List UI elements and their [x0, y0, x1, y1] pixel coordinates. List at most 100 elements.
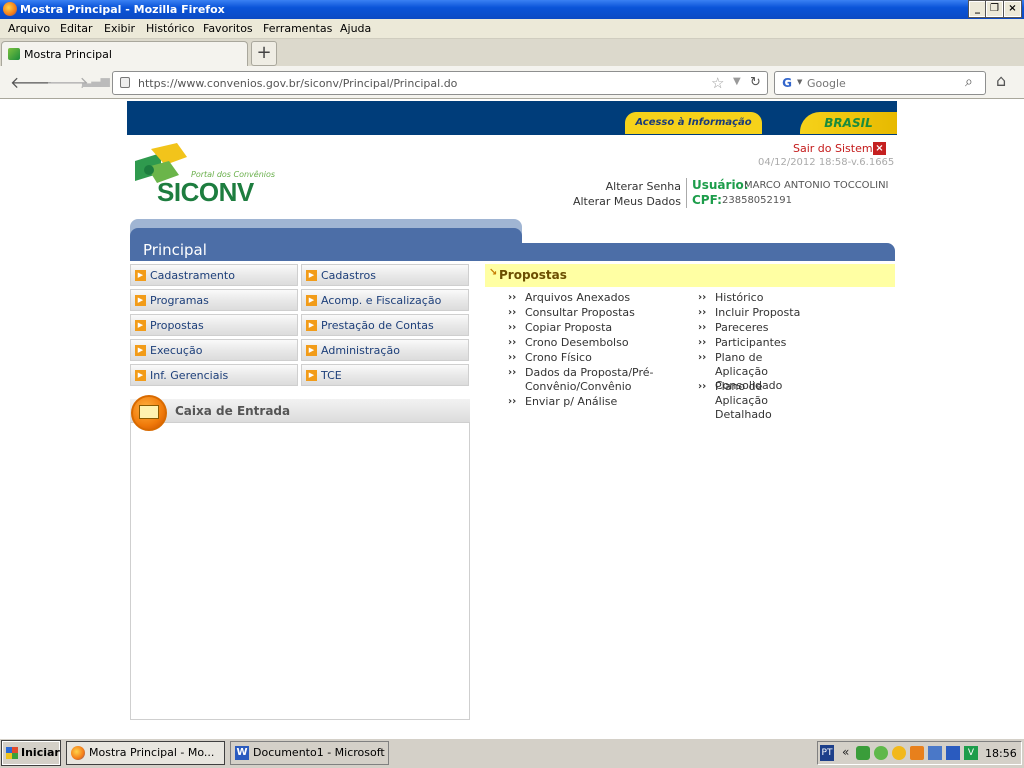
link-label: Histórico	[715, 291, 764, 304]
menu-cadastramento[interactable]: ▶ Cadastramento	[130, 264, 298, 286]
menu-favoritos[interactable]: Favoritos	[203, 22, 253, 35]
link-label: Copiar Proposta	[525, 321, 613, 334]
windows-logo-icon	[6, 747, 18, 759]
header-divider	[686, 178, 687, 208]
tray-user-icon[interactable]	[874, 746, 888, 760]
bookmark-star-icon[interactable]: ☆	[711, 74, 724, 92]
tray-app-icon[interactable]	[856, 746, 870, 760]
link-crono-desembolso[interactable]: ›› Crono Desembolso	[508, 336, 629, 350]
arrow-icon: ▶	[135, 345, 146, 356]
task-firefox[interactable]: Mostra Principal - Mo...	[66, 741, 225, 765]
cpf-label: CPF:	[692, 193, 722, 207]
tray-expand-icon[interactable]: «	[842, 745, 849, 759]
menu-acomp-fiscalizacao[interactable]: ▶ Acomp. e Fiscalização	[301, 289, 469, 311]
url-bar[interactable]: https://www.convenios.gov.br/siconv/Prin…	[112, 71, 768, 95]
caixa-entrada-title: Caixa de Entrada	[175, 404, 291, 418]
window-title: Mostra Principal - Mozilla Firefox	[20, 3, 225, 16]
menu-execucao[interactable]: ▶ Execução	[130, 339, 298, 361]
usuario-value: MARCO ANTONIO TOCCOLINI	[744, 180, 889, 191]
menu-propostas[interactable]: ▶ Propostas	[130, 314, 298, 336]
tray-monitor-icon[interactable]	[946, 746, 960, 760]
dropdown-arrow-icon[interactable]: ▼	[733, 76, 741, 87]
menu-editar[interactable]: Editar	[60, 22, 93, 35]
minimize-button[interactable]: _	[968, 0, 987, 18]
version-text: 04/12/2012 18:58-v.6.1665	[758, 157, 895, 168]
link-enviar-analise[interactable]: ›› Enviar p/ Análise	[508, 395, 618, 409]
link-label: Plano de Aplicação Detalhado	[715, 380, 772, 421]
word-icon: W	[235, 746, 249, 760]
tray-network-icon[interactable]	[928, 746, 942, 760]
arrow-icon: ▶	[135, 320, 146, 331]
reload-icon[interactable]: ↻	[750, 75, 761, 90]
link-dados-proposta[interactable]: ›› Dados da Proposta/Pré-Convênio/Convêni…	[508, 366, 655, 394]
menu-ferramentas[interactable]: Ferramentas	[263, 22, 332, 35]
menu-inf-gerenciais[interactable]: ▶ Inf. Gerenciais	[130, 364, 298, 386]
link-arquivos-anexados[interactable]: ›› Arquivos Anexados	[508, 291, 630, 305]
link-copiar-proposta[interactable]: ›› Copiar Proposta	[508, 321, 613, 335]
arrow-icon: ▶	[306, 345, 317, 356]
arrow-icon: ▶	[306, 370, 317, 381]
link-label: Participantes	[715, 336, 787, 349]
browser-tab[interactable]: Mostra Principal	[1, 41, 248, 66]
menu-label: Cadastramento	[150, 269, 235, 282]
alterar-senha-link[interactable]: Alterar Senha	[606, 180, 681, 193]
link-incluir-proposta[interactable]: ›› Incluir Proposta	[698, 306, 801, 320]
link-plano-detalhado[interactable]: ›› Plano de Aplicação Detalhado	[698, 380, 815, 422]
menu-label: Programas	[150, 294, 209, 307]
link-historico[interactable]: ›› Histórico	[698, 291, 764, 305]
menu-label: Acomp. e Fiscalização	[321, 294, 442, 307]
menu-label: Prestação de Contas	[321, 319, 434, 332]
link-label: Dados da Proposta/Pré-Convênio/Convênio	[525, 366, 654, 393]
url-text: https://www.convenios.gov.br/siconv/Prin…	[138, 77, 458, 90]
link-label: Crono Físico	[525, 351, 592, 364]
close-button[interactable]: ×	[1003, 0, 1022, 18]
link-consultar-propostas[interactable]: ›› Consultar Propostas	[508, 306, 635, 320]
menu-cadastros[interactable]: ▶ Cadastros	[301, 264, 469, 286]
link-participantes[interactable]: ›› Participantes	[698, 336, 787, 350]
link-pareceres[interactable]: ›› Pareceres	[698, 321, 769, 335]
arrow-icon: ▶	[306, 270, 317, 281]
acesso-informacao-link[interactable]: Acesso à Informação	[625, 112, 762, 134]
tray-shield-icon[interactable]	[910, 746, 924, 760]
principal-bar	[130, 243, 895, 261]
task-word[interactable]: W Documento1 - Microsoft ...	[230, 741, 389, 765]
gov-banner	[127, 101, 897, 135]
menu-historico[interactable]: Histórico	[146, 22, 194, 35]
menu-prestacao-contas[interactable]: ▶ Prestação de Contas	[301, 314, 469, 336]
cpf-value: 23858052191	[722, 195, 792, 206]
maximize-button[interactable]: ❐	[985, 0, 1004, 18]
brasil-logo[interactable]: BRASIL	[800, 112, 897, 134]
menu-tce[interactable]: ▶ TCE	[301, 364, 469, 386]
lock-icon	[120, 77, 130, 88]
menu-arquivo[interactable]: Arquivo	[8, 22, 50, 35]
exit-icon[interactable]: ×	[873, 142, 886, 155]
alterar-dados-link[interactable]: Alterar Meus Dados	[573, 195, 681, 208]
search-bar[interactable]: G ▼ ⌕	[774, 71, 986, 95]
link-crono-fisico[interactable]: ›› Crono Físico	[508, 351, 592, 365]
new-tab-button[interactable]: +	[251, 41, 277, 66]
menu-programas[interactable]: ▶ Programas	[130, 289, 298, 311]
tray-vc-icon[interactable]: V	[964, 746, 978, 760]
magnifier-icon[interactable]: ⌕	[965, 74, 973, 90]
home-icon[interactable]: ⌂	[996, 71, 1006, 90]
menu-exibir[interactable]: Exibir	[104, 22, 135, 35]
window-titlebar: Mostra Principal - Mozilla Firefox _ ❐ ×	[0, 0, 1024, 19]
engine-dropdown-icon[interactable]: ▼	[797, 78, 802, 86]
menu-label: Administração	[321, 344, 400, 357]
link-label: Enviar p/ Análise	[525, 395, 618, 408]
tray-warning-icon[interactable]	[892, 746, 906, 760]
arrow-icon: ▶	[306, 295, 317, 306]
menu-ajuda[interactable]: Ajuda	[340, 22, 371, 35]
google-icon[interactable]: G	[779, 76, 795, 90]
search-input[interactable]	[807, 75, 957, 91]
start-button[interactable]: Iniciar	[1, 740, 61, 766]
sair-do-sistema-link[interactable]: Sair do Sistema	[793, 142, 879, 155]
task-label: Mostra Principal - Mo...	[89, 746, 215, 759]
signal-icon: ▂▃▅	[82, 73, 110, 87]
link-label: Pareceres	[715, 321, 769, 334]
link-label: Incluir Proposta	[715, 306, 801, 319]
menu-administracao[interactable]: ▶ Administração	[301, 339, 469, 361]
menu-label: Inf. Gerenciais	[150, 369, 229, 382]
principal-title: Principal	[143, 241, 207, 259]
envelope-icon	[139, 405, 159, 419]
